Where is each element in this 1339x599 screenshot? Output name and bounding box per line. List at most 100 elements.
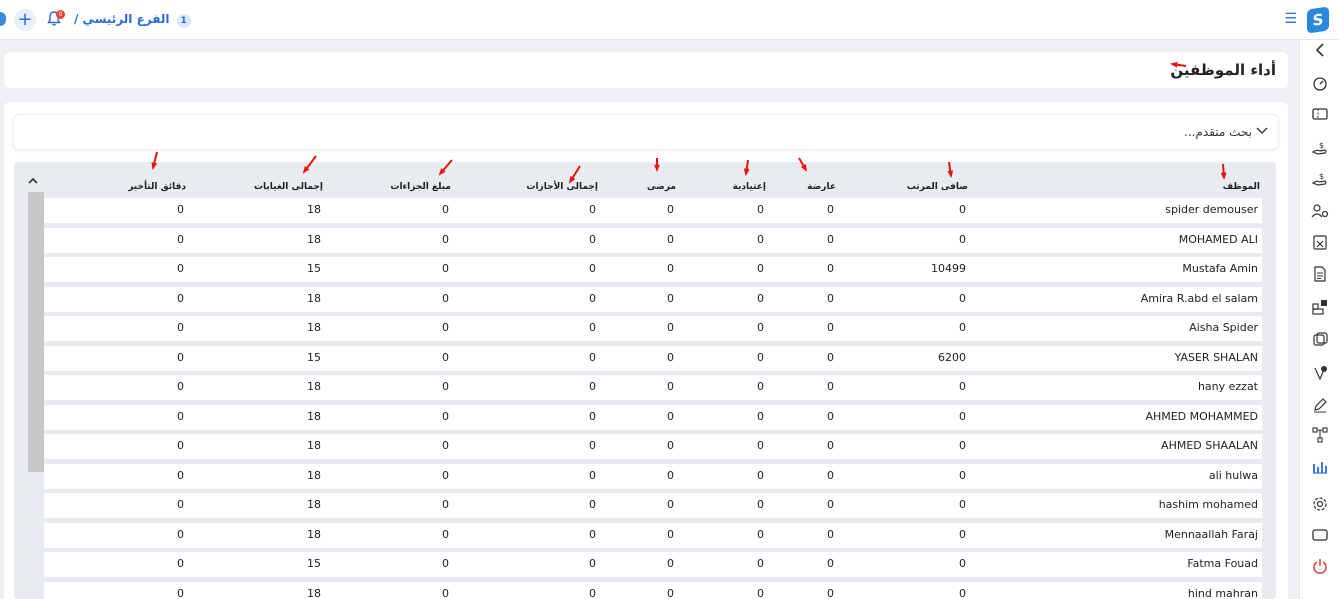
edit-pen-icon[interactable] xyxy=(1309,397,1331,417)
table-row[interactable]: hind mahran 0 0 0 0 0 0 18 0 xyxy=(44,581,1262,599)
cell-col-net-salary: 0 xyxy=(959,468,966,482)
cell-col-employee: YASER SHALAN xyxy=(1174,350,1258,364)
cell-col-net-salary: 0 xyxy=(959,232,966,246)
header-col-late-minutes[interactable]: دقائق التأخير xyxy=(128,182,186,192)
header-col-total-leaves[interactable]: إجمالى الأجازات xyxy=(526,182,598,192)
cell-col-employee: Amira R.abd el salam xyxy=(1140,291,1258,305)
cell-col-casual: 0 xyxy=(827,527,834,541)
cell-col-late-minutes: 0 xyxy=(177,321,184,334)
table-row[interactable]: hany ezzat 0 0 0 0 0 0 18 0 xyxy=(44,375,1262,400)
page-title: أداء الموظفين xyxy=(1170,61,1276,79)
apps-plus-icon[interactable] xyxy=(1309,299,1331,319)
table-row[interactable]: Mustafa Amin 10499 0 0 0 0 0 15 0 xyxy=(44,257,1262,282)
payment-hand-icon[interactable]: $ xyxy=(1309,171,1331,191)
header-col-casual[interactable]: عارضة xyxy=(807,182,836,192)
table-row[interactable]: Mennaallah Faraj 0 0 0 0 0 0 18 0 xyxy=(44,522,1262,548)
cell-col-net-salary: 0 xyxy=(959,291,966,305)
user-avatar-icon[interactable] xyxy=(0,12,6,26)
branch-label: الفرع الرئيسي / xyxy=(74,12,170,26)
header-col-net-salary[interactable]: صافى المرتب xyxy=(907,182,968,192)
scroll-up-icon[interactable] xyxy=(28,176,38,187)
transfer-icon[interactable] xyxy=(1309,332,1331,352)
table-row[interactable]: MOHAMED ALI 0 0 0 0 0 0 18 0 xyxy=(44,227,1262,253)
cell-col-casual: 0 xyxy=(827,498,834,511)
cell-col-penalties: 0 xyxy=(442,439,449,452)
sidebar: $ $ xyxy=(1299,40,1339,599)
cell-col-penalties: 0 xyxy=(442,262,449,275)
cell-col-late-minutes: 0 xyxy=(177,203,184,216)
cell-col-casual: 0 xyxy=(827,439,834,452)
calendar-x-icon[interactable] xyxy=(1309,234,1331,254)
cell-col-total-absences: 18 xyxy=(307,380,321,393)
cell-col-sick: 0 xyxy=(667,262,674,275)
notification-badge: 0 xyxy=(56,10,65,19)
cell-col-employee: Mennaallah Faraj xyxy=(1164,527,1258,541)
branch-breadcrumb[interactable]: 1 الفرع الرئيسي / xyxy=(74,12,191,28)
cell-col-late-minutes: 0 xyxy=(177,232,184,246)
branch-number: 1 xyxy=(176,14,191,28)
menu-icon[interactable]: ☰ xyxy=(1284,11,1297,27)
cell-col-regular: 0 xyxy=(757,262,764,275)
ticket-icon[interactable] xyxy=(1309,106,1331,126)
collapse-chevron-icon[interactable] xyxy=(1309,43,1331,63)
table-row[interactable]: hashim mohamed 0 0 0 0 0 0 18 0 xyxy=(44,493,1262,518)
cell-col-regular: 0 xyxy=(757,557,764,570)
cell-col-employee: spider demouser xyxy=(1165,203,1258,216)
header-col-regular[interactable]: إعتيادية xyxy=(733,182,766,192)
table-row[interactable]: YASER SHALAN 6200 0 0 0 0 0 15 0 xyxy=(44,345,1262,371)
cell-col-sick: 0 xyxy=(667,409,674,423)
table-row[interactable]: Aisha Spider 0 0 0 0 0 0 18 0 xyxy=(44,316,1262,341)
cell-col-regular: 0 xyxy=(757,380,764,393)
cell-col-employee: Fatma Fouad xyxy=(1187,557,1258,570)
cell-col-late-minutes: 0 xyxy=(177,439,184,452)
app-logo[interactable]: S xyxy=(1307,6,1329,34)
cell-col-regular: 0 xyxy=(757,321,764,334)
cell-col-sick: 0 xyxy=(667,557,674,570)
cell-col-late-minutes: 0 xyxy=(177,468,184,482)
table-row[interactable]: ali hulwa 0 0 0 0 0 0 18 0 xyxy=(44,463,1262,489)
cell-col-total-absences: 18 xyxy=(307,203,321,216)
reports-chart-icon[interactable] xyxy=(1309,458,1331,478)
header-col-penalties[interactable]: مبلغ الجزاءات xyxy=(390,182,451,192)
cell-col-total-absences: 18 xyxy=(307,439,321,452)
table-row[interactable]: Amira R.abd el salam 0 0 0 0 0 0 18 0 xyxy=(44,286,1262,312)
svg-text:$: $ xyxy=(1319,141,1324,150)
header-col-sick[interactable]: مرضى xyxy=(647,182,676,192)
cell-col-regular: 0 xyxy=(757,291,764,305)
cell-col-total-absences: 18 xyxy=(307,527,321,541)
cell-col-employee: MOHAMED ALI xyxy=(1178,232,1258,246)
cell-col-late-minutes: 0 xyxy=(177,262,184,275)
cell-col-total-leaves: 0 xyxy=(589,527,596,541)
add-button[interactable]: + xyxy=(14,9,36,31)
settings-gear-icon[interactable] xyxy=(1309,496,1331,516)
users-settings-icon[interactable] xyxy=(1309,203,1331,223)
table-row[interactable]: spider demouser 0 0 0 0 0 0 18 0 xyxy=(44,198,1262,223)
cell-col-total-leaves: 0 xyxy=(589,468,596,482)
header-col-total-absences[interactable]: إجمالى الغيابات xyxy=(254,182,323,192)
salary-hand-icon[interactable]: $ xyxy=(1309,140,1331,160)
advanced-search-toggle[interactable]: بحث متقدم... xyxy=(13,114,1279,150)
cell-col-total-leaves: 0 xyxy=(589,498,596,511)
cell-col-net-salary: 0 xyxy=(959,409,966,423)
scrollbar[interactable] xyxy=(28,192,44,472)
cell-col-employee: AHMED SHAALAN xyxy=(1161,439,1258,452)
dashboard-gauge-icon[interactable] xyxy=(1309,75,1331,95)
cell-col-sick: 0 xyxy=(667,232,674,246)
table-row[interactable]: AHMED SHAALAN 0 0 0 0 0 0 18 0 xyxy=(44,434,1262,459)
header-col-employee[interactable]: الموظف xyxy=(1223,182,1260,192)
cell-col-employee: Aisha Spider xyxy=(1189,321,1258,334)
cell-col-regular: 0 xyxy=(757,439,764,452)
cell-col-employee: hashim mohamed xyxy=(1158,498,1258,511)
cell-col-sick: 0 xyxy=(667,380,674,393)
cell-col-employee: hind mahran xyxy=(1187,586,1258,599)
table-row[interactable]: Fatma Fouad 0 0 0 0 0 0 15 0 xyxy=(44,552,1262,577)
table-header: الموظف صافى المرتب عارضة إعتيادية مرضى إجمالى… xyxy=(44,176,1262,198)
cell-col-penalties: 0 xyxy=(442,291,449,305)
power-icon[interactable] xyxy=(1309,558,1331,578)
screen-icon[interactable] xyxy=(1309,527,1331,547)
hierarchy-icon[interactable] xyxy=(1309,427,1331,447)
cell-col-total-absences: 18 xyxy=(307,468,321,482)
document-icon[interactable] xyxy=(1309,266,1331,286)
table-row[interactable]: AHMED MOHAMMED 0 0 0 0 0 0 18 0 xyxy=(44,404,1262,430)
approval-icon[interactable] xyxy=(1309,365,1331,385)
